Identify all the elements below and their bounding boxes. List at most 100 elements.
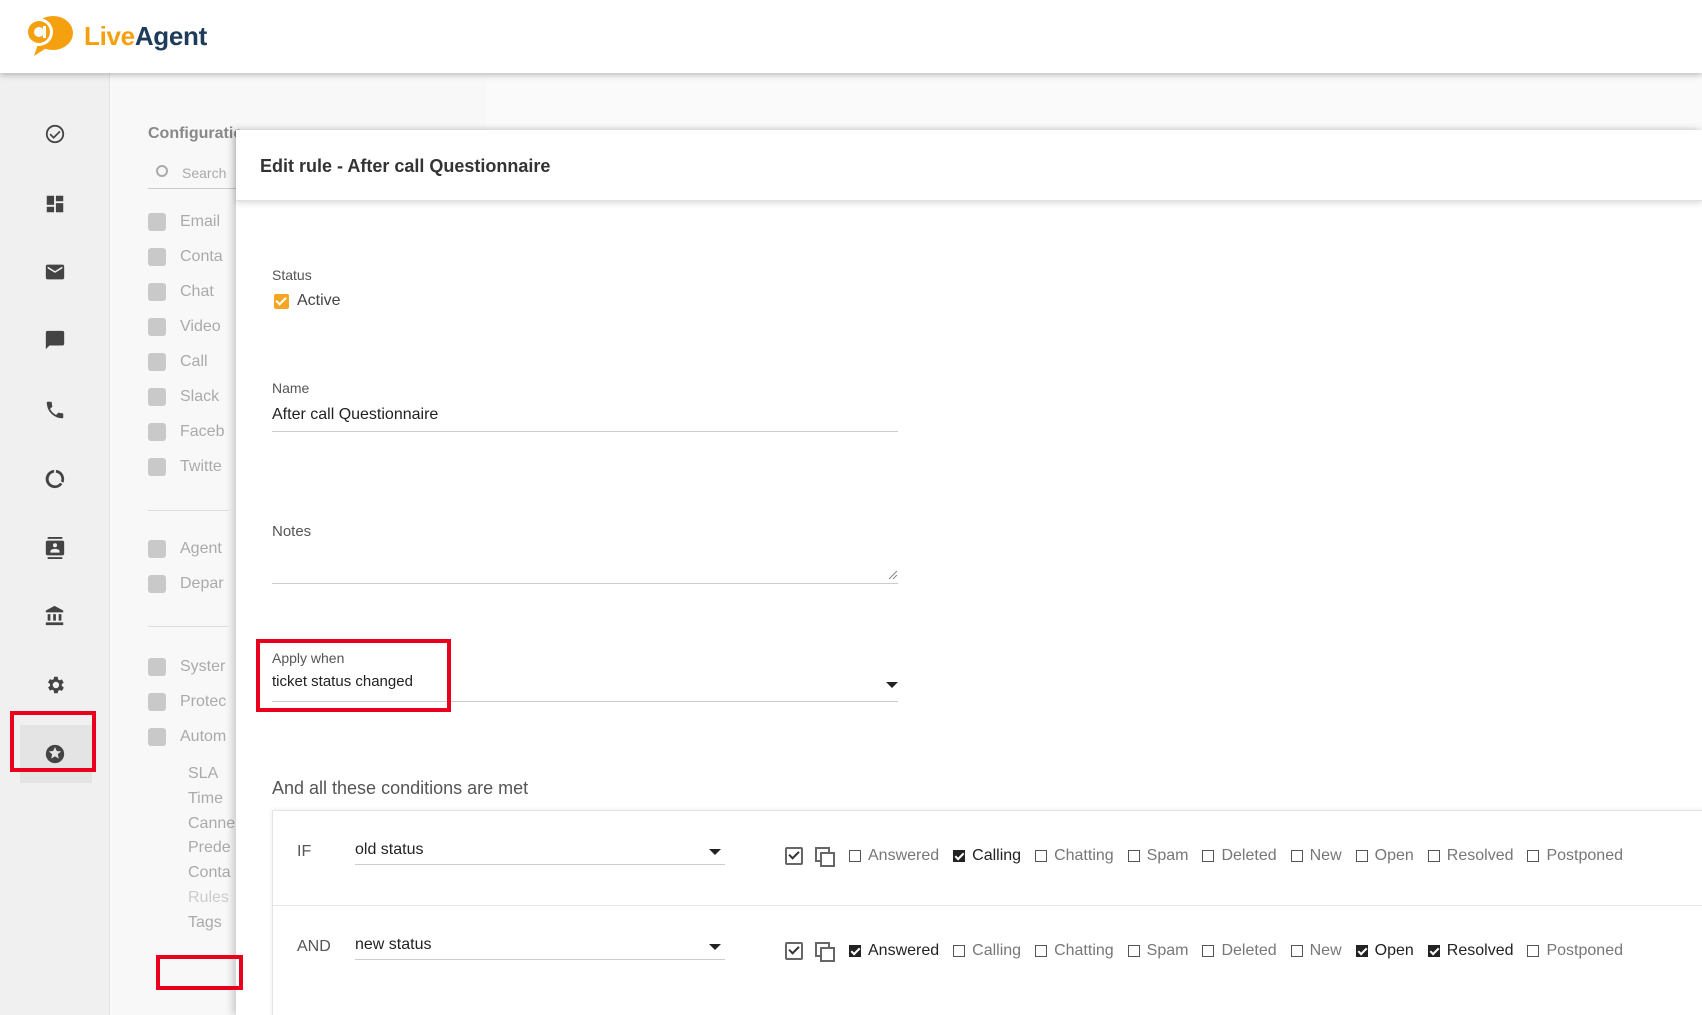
refresh-icon	[148, 728, 166, 746]
config-item-automation[interactable]: Autom	[148, 723, 226, 751]
checkbox[interactable]	[1290, 945, 1303, 957]
name-input[interactable]: After call Questionnaire	[272, 406, 438, 424]
status-option-label: Postponed	[1546, 847, 1623, 864]
active-checkbox[interactable]: Active	[274, 292, 341, 310]
config-sub-predefined[interactable]: Prede	[188, 839, 231, 857]
select-all-icon[interactable]	[785, 847, 803, 865]
copy-icon[interactable]	[815, 942, 835, 962]
checkbox[interactable]	[1527, 945, 1540, 957]
status-option-calling[interactable]: Calling	[953, 942, 1021, 960]
config-item-contact-forms[interactable]: Conta	[148, 243, 223, 271]
config-item-system[interactable]: Syster	[148, 653, 225, 681]
checkbox[interactable]	[1355, 850, 1368, 862]
config-item-slack[interactable]: Slack	[148, 383, 219, 411]
status-option-open[interactable]: Open	[1355, 942, 1414, 960]
condition-row: AND new status Answered Calling Chatting…	[273, 905, 1702, 999]
phone-icon[interactable]	[42, 397, 68, 423]
status-option-open[interactable]: Open	[1355, 847, 1414, 865]
condition-row: IF old status Answered Calling Chatting …	[273, 811, 1702, 905]
notes-textarea[interactable]	[272, 583, 898, 584]
status-options: Answered Calling Chatting Spam Deleted N…	[785, 942, 1637, 962]
checkbox-checked[interactable]	[1355, 945, 1368, 957]
checkbox[interactable]	[1035, 945, 1048, 957]
config-item-departments[interactable]: Depar	[148, 570, 224, 598]
logo-live-text: Live	[84, 20, 135, 51]
status-option-postponed[interactable]: Postponed	[1527, 847, 1623, 865]
checkbox[interactable]	[1127, 945, 1140, 957]
status-option-calling[interactable]: Calling	[953, 847, 1021, 865]
checkbox[interactable]	[1527, 850, 1540, 862]
status-option-new[interactable]: New	[1290, 942, 1342, 960]
config-item-protection[interactable]: Protec	[148, 688, 226, 716]
twitter-icon	[148, 458, 166, 476]
config-item-video[interactable]: Video	[148, 313, 221, 341]
checkbox[interactable]	[1035, 850, 1048, 862]
status-option-new[interactable]: New	[1290, 847, 1342, 865]
check-circle-icon[interactable]	[42, 121, 68, 147]
chevron-down-icon[interactable]	[886, 682, 898, 688]
dashboard-icon[interactable]	[42, 191, 68, 217]
mail-icon[interactable]	[42, 259, 68, 285]
select-all-icon[interactable]	[785, 942, 803, 960]
knowledgebase-icon[interactable]	[42, 603, 68, 629]
slack-icon	[148, 388, 166, 406]
status-label: Status	[272, 267, 312, 283]
config-item-label: Chat	[180, 283, 214, 300]
config-title: Configuratio	[148, 125, 244, 142]
config-item-twitter[interactable]: Twitte	[148, 453, 222, 481]
config-item-agents[interactable]: Agent	[148, 535, 222, 563]
status-option-resolved[interactable]: Resolved	[1427, 847, 1513, 865]
config-item-label: Syster	[180, 658, 226, 675]
checkbox[interactable]	[1202, 850, 1215, 862]
checkbox[interactable]	[849, 850, 861, 862]
config-sub-tags[interactable]: Tags	[188, 914, 222, 932]
status-option-deleted[interactable]: Deleted	[1202, 847, 1277, 865]
gear-icon[interactable]	[42, 672, 68, 698]
config-sub-time-rules[interactable]: Time	[188, 790, 223, 808]
config-sub-rules[interactable]: Rules	[188, 889, 229, 907]
checkbox[interactable]	[1427, 850, 1440, 862]
copy-icon[interactable]	[815, 847, 835, 867]
checkbox[interactable]	[1290, 850, 1303, 862]
highlight-apply-when	[256, 639, 451, 712]
chat-icon[interactable]	[42, 327, 68, 353]
liveagent-logo[interactable]: LiveAgent	[22, 14, 207, 58]
resize-handle-icon[interactable]	[888, 570, 898, 580]
config-sub-contact[interactable]: Conta	[188, 864, 231, 882]
status-option-resolved[interactable]: Resolved	[1427, 942, 1514, 960]
gear-icon	[148, 658, 166, 676]
status-option-label: Chatting	[1054, 942, 1114, 959]
status-option-label: Resolved	[1446, 942, 1514, 959]
status-option-label: Open	[1374, 847, 1414, 864]
checkbox-checked[interactable]	[849, 945, 861, 957]
agents-icon	[148, 540, 166, 558]
contact-form-icon	[148, 248, 166, 266]
status-option-deleted[interactable]: Deleted	[1202, 942, 1277, 960]
reports-icon[interactable]	[42, 466, 68, 492]
chevron-down-icon	[709, 944, 721, 950]
status-option-answered[interactable]: Answered	[849, 847, 939, 865]
condition-field-select[interactable]: new status	[355, 936, 725, 960]
condition-field-select[interactable]: old status	[355, 841, 725, 865]
checkbox[interactable]	[1127, 850, 1140, 862]
checkbox[interactable]	[1202, 945, 1215, 957]
checkbox-checked[interactable]	[1427, 945, 1440, 957]
status-option-label: Calling	[972, 847, 1022, 864]
checkbox-checked[interactable]	[953, 850, 966, 862]
config-item-label: Autom	[180, 728, 227, 745]
status-option-spam[interactable]: Spam	[1127, 847, 1188, 865]
config-item-call[interactable]: Call	[148, 348, 208, 376]
config-item-facebook[interactable]: Faceb	[148, 418, 224, 446]
status-option-postponed[interactable]: Postponed	[1527, 942, 1623, 960]
condition-operator: AND	[297, 938, 331, 955]
contacts-icon[interactable]	[42, 535, 68, 561]
status-option-chatting[interactable]: Chatting	[1035, 847, 1114, 865]
status-option-answered[interactable]: Answered	[849, 942, 939, 960]
checkbox[interactable]	[953, 945, 966, 957]
config-item-email[interactable]: Email	[148, 208, 220, 236]
status-option-chatting[interactable]: Chatting	[1035, 942, 1114, 960]
status-option-spam[interactable]: Spam	[1127, 942, 1188, 960]
config-sub-sla[interactable]: SLA	[188, 765, 218, 783]
config-sub-canned[interactable]: Canne	[188, 815, 235, 833]
config-item-chat[interactable]: Chat	[148, 278, 214, 306]
